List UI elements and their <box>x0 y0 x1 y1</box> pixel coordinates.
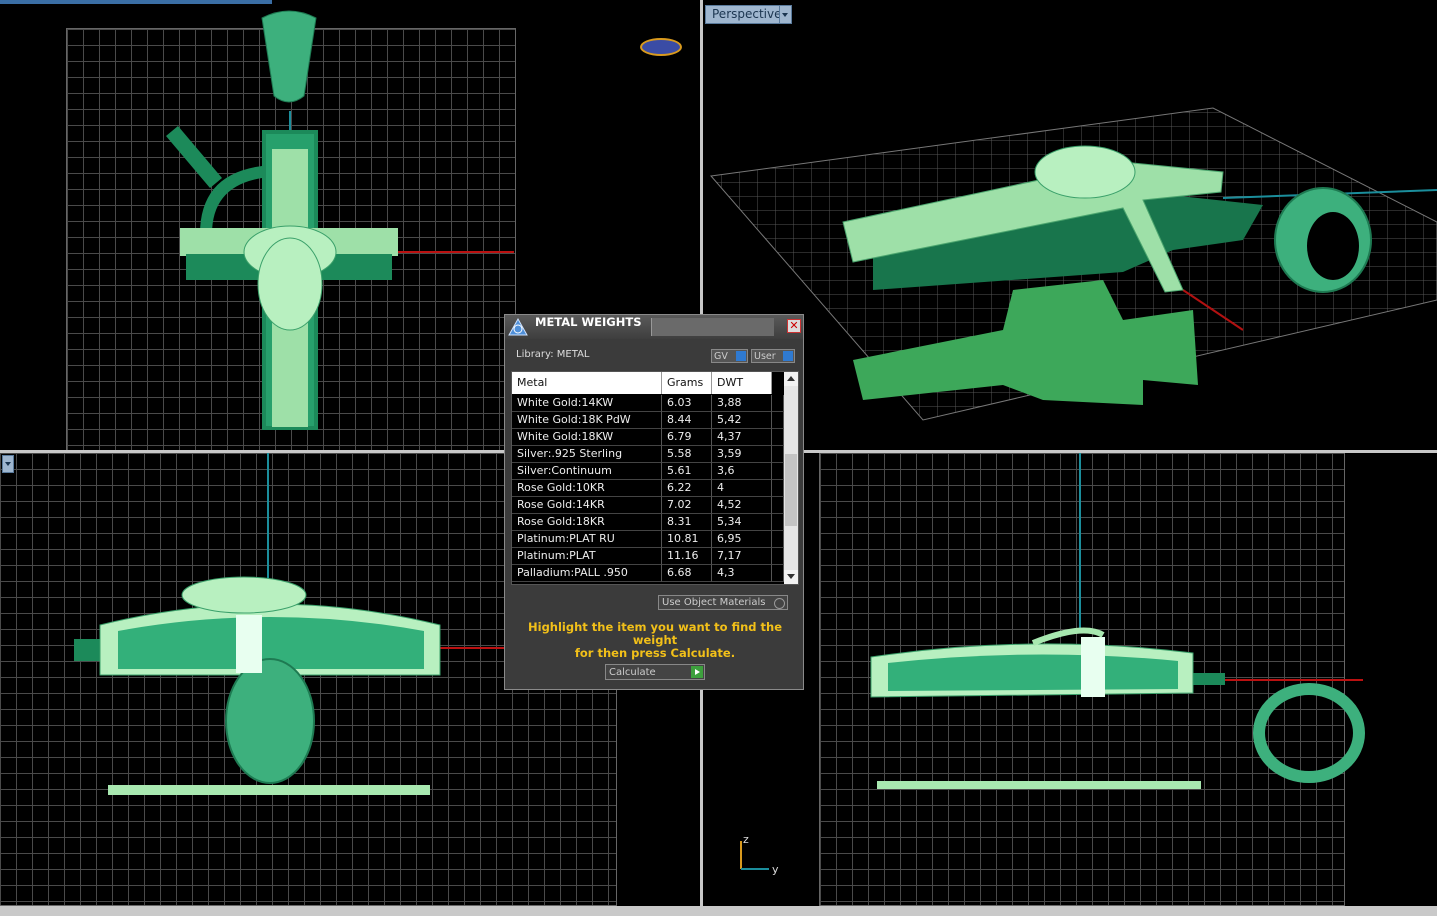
scroll-down-arrow-icon[interactable] <box>784 570 798 584</box>
user-toggle[interactable]: User <box>751 349 795 363</box>
table-scrollbar[interactable] <box>784 372 798 584</box>
cell-extra <box>772 480 784 497</box>
cell-metal: Rose Gold:18KR <box>512 514 662 531</box>
cell-dwt: 7,17 <box>712 548 772 565</box>
dialog-title-bar[interactable]: METAL WEIGHTS ✕ <box>505 315 803 339</box>
cell-metal: White Gold:18K PdW <box>512 412 662 429</box>
cell-grams: 11.16 <box>662 548 712 565</box>
perspective-menu-arrow-icon[interactable] <box>779 5 792 24</box>
cell-extra <box>772 497 784 514</box>
cell-metal: White Gold:14KW <box>512 395 662 412</box>
front-view-menu-arrow-icon[interactable] <box>2 455 14 473</box>
cell-dwt: 3,6 <box>712 463 772 480</box>
cell-metal: Silver:Continuum <box>512 463 662 480</box>
table-row[interactable]: Rose Gold:14KR 7.02 4,52 <box>512 497 784 514</box>
table-row[interactable]: Silver:.925 Sterling 5.58 3,59 <box>512 446 784 463</box>
cell-metal: Palladium:PALL .950 <box>512 565 662 582</box>
use-object-materials-option[interactable]: Use Object Materials <box>658 595 788 610</box>
dialog-title: METAL WEIGHTS <box>535 315 642 329</box>
calculate-label: Calculate <box>609 667 656 678</box>
cell-dwt: 5,34 <box>712 514 772 531</box>
cell-extra <box>772 412 784 429</box>
cell-extra <box>772 395 784 412</box>
instruction-line-1: Highlight the item you want to find the … <box>528 620 782 647</box>
window-tab-strip <box>0 0 272 4</box>
perspective-scene <box>710 107 1437 421</box>
cell-grams: 10.81 <box>662 531 712 548</box>
cell-grams: 6.79 <box>662 429 712 446</box>
cell-grams: 6.22 <box>662 480 712 497</box>
cell-grams: 6.68 <box>662 565 712 582</box>
status-bar <box>0 906 1437 916</box>
cell-dwt: 4,52 <box>712 497 772 514</box>
use-object-materials-label: Use Object Materials <box>662 597 766 608</box>
cell-extra <box>772 514 784 531</box>
cell-dwt: 5,42 <box>712 412 772 429</box>
app-logo-icon <box>508 317 528 336</box>
close-icon[interactable]: ✕ <box>787 319 801 333</box>
axis-triad-icon <box>740 841 769 870</box>
cell-dwt: 4 <box>712 480 772 497</box>
gv-toggle[interactable]: GV <box>711 349 748 363</box>
cell-extra <box>772 429 784 446</box>
cell-extra <box>772 565 784 582</box>
radio-indicator-icon <box>774 598 785 609</box>
cell-metal: Rose Gold:10KR <box>512 480 662 497</box>
cross-pendant-side-view <box>870 627 1365 789</box>
table-row[interactable]: Rose Gold:18KR 8.31 5,34 <box>512 514 784 531</box>
table-header: Metal Grams DWT <box>512 372 772 394</box>
instruction-line-2: for then press Calculate. <box>574 646 736 660</box>
column-header-dwt[interactable]: DWT <box>712 372 772 394</box>
cell-extra <box>772 548 784 565</box>
cell-dwt: 6,95 <box>712 531 772 548</box>
cell-dwt: 4,3 <box>712 565 772 582</box>
orientation-gizmo-icon[interactable] <box>640 38 682 56</box>
column-header-metal[interactable]: Metal <box>512 372 662 394</box>
cell-metal: White Gold:18KW <box>512 429 662 446</box>
cell-grams: 7.02 <box>662 497 712 514</box>
table-row[interactable]: Palladium:PALL .950 6.68 4,3 <box>512 565 784 582</box>
calculate-button[interactable]: Calculate <box>605 664 705 680</box>
cell-dwt: 4,37 <box>712 429 772 446</box>
perspective-view-label[interactable]: Perspective <box>705 5 789 24</box>
scrollbar-thumb[interactable] <box>785 454 797 526</box>
cell-extra <box>772 446 784 463</box>
library-label: Library: METAL <box>516 349 590 360</box>
table-row[interactable]: Silver:Continuum 5.61 3,6 <box>512 463 784 480</box>
instruction-text: Highlight the item you want to find the … <box>515 621 795 660</box>
cell-extra <box>772 531 784 548</box>
toggle-indicator-icon <box>736 351 746 361</box>
toggle-indicator-icon <box>783 351 793 361</box>
cell-grams: 8.44 <box>662 412 712 429</box>
scroll-up-arrow-icon[interactable] <box>784 372 798 386</box>
cell-dwt: 3,59 <box>712 446 772 463</box>
column-header-grams[interactable]: Grams <box>662 372 712 394</box>
cell-metal: Rose Gold:14KR <box>512 497 662 514</box>
metal-weights-table[interactable]: Metal Grams DWT White Gold:14KW 6.03 3,88 W… <box>511 371 799 585</box>
table-row[interactable]: Platinum:PLAT RU 10.81 6,95 <box>512 531 784 548</box>
user-toggle-label: User <box>754 351 776 362</box>
table-row[interactable]: White Gold:18K PdW 8.44 5,42 <box>512 412 784 429</box>
viewport-side[interactable]: z y <box>703 453 1437 906</box>
cell-grams: 8.31 <box>662 514 712 531</box>
cell-extra <box>772 463 784 480</box>
table-row[interactable]: Rose Gold:10KR 6.22 4 <box>512 480 784 497</box>
dialog-title-tab <box>651 318 774 336</box>
play-arrow-icon <box>691 666 703 678</box>
table-row[interactable]: White Gold:14KW 6.03 3,88 <box>512 395 784 412</box>
gv-toggle-label: GV <box>714 351 728 362</box>
cell-metal: Silver:.925 Sterling <box>512 446 662 463</box>
cell-grams: 6.03 <box>662 395 712 412</box>
table-row[interactable]: White Gold:18KW 6.79 4,37 <box>512 429 784 446</box>
metal-weights-dialog: METAL WEIGHTS ✕ Library: METAL GV User M… <box>504 314 804 690</box>
cell-metal: Platinum:PLAT RU <box>512 531 662 548</box>
cell-metal: Platinum:PLAT <box>512 548 662 565</box>
cell-grams: 5.58 <box>662 446 712 463</box>
cell-dwt: 3,88 <box>712 395 772 412</box>
table-row[interactable]: Platinum:PLAT 11.16 7,17 <box>512 548 784 565</box>
viewport-perspective[interactable]: Perspective <box>703 0 1437 450</box>
cell-grams: 5.61 <box>662 463 712 480</box>
